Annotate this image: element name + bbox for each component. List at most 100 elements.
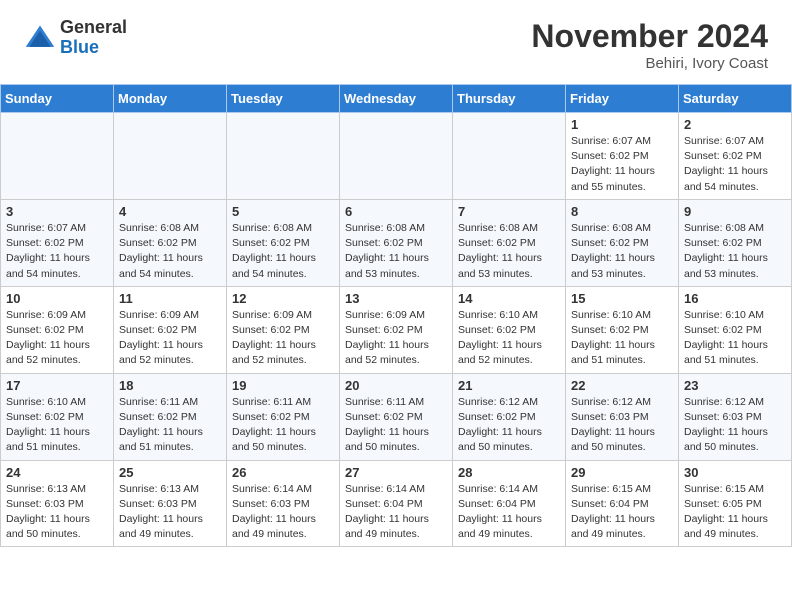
calendar-cell: 21Sunrise: 6:12 AMSunset: 6:02 PMDayligh… bbox=[453, 373, 566, 460]
day-info: Sunrise: 6:11 AMSunset: 6:02 PMDaylight:… bbox=[119, 395, 221, 456]
calendar-cell: 22 Sunrise: 6:12 AMSunset: 6:03 PMDayligh… bbox=[566, 373, 679, 460]
calendar-table: SundayMondayTuesdayWednesdayThursdayFrid… bbox=[0, 84, 792, 547]
calendar-cell: 30 Sunrise: 6:15 AMSunset: 6:05 PMDayligh… bbox=[679, 460, 792, 547]
day-number: 19 bbox=[232, 378, 334, 393]
calendar-cell: 5 Sunrise: 6:08 AMSunset: 6:02 PMDaylight… bbox=[227, 199, 340, 286]
week-row-3: 10 Sunrise: 6:09 AMSunset: 6:02 PMDayligh… bbox=[1, 286, 792, 373]
week-row-4: 17 Sunrise: 6:10 AMSunset: 6:02 PMDayligh… bbox=[1, 373, 792, 460]
day-number: 11 bbox=[119, 291, 221, 306]
calendar-cell: 19 Sunrise: 6:11 AMSunset: 6:02 PMDayligh… bbox=[227, 373, 340, 460]
week-row-5: 24 Sunrise: 6:13 AMSunset: 6:03 PMDayligh… bbox=[1, 460, 792, 547]
logo-general: General bbox=[60, 17, 127, 37]
day-info: Sunrise: 6:13 AMSunset: 6:03 PMDaylight:… bbox=[119, 482, 221, 543]
calendar-cell: 12 Sunrise: 6:09 AMSunset: 6:02 PMDayligh… bbox=[227, 286, 340, 373]
calendar-cell: 27Sunrise: 6:14 AMSunset: 6:04 PMDayligh… bbox=[340, 460, 453, 547]
calendar-cell: 29 Sunrise: 6:15 AMSunset: 6:04 PMDayligh… bbox=[566, 460, 679, 547]
day-info: Sunrise: 6:10 AMSunset: 6:02 PMDaylight:… bbox=[6, 395, 108, 456]
day-info: Sunrise: 6:08 AMSunset: 6:02 PMDaylight:… bbox=[345, 221, 447, 282]
day-info: Sunrise: 6:15 AMSunset: 6:04 PMDaylight:… bbox=[571, 482, 673, 543]
day-number: 29 bbox=[571, 465, 673, 480]
day-number: 28 bbox=[458, 465, 560, 480]
calendar-cell: 24Sunrise: 6:13 AMSunset: 6:03 PMDayligh… bbox=[1, 460, 114, 547]
day-number: 7 bbox=[458, 204, 560, 219]
calendar-cell: 9Sunrise: 6:08 AMSunset: 6:02 PMDaylight… bbox=[679, 199, 792, 286]
day-info: Sunrise: 6:07 AMSunset: 6:02 PMDaylight:… bbox=[6, 221, 108, 282]
calendar-cell: 17 Sunrise: 6:10 AMSunset: 6:02 PMDayligh… bbox=[1, 373, 114, 460]
calendar-cell: 1 Sunrise: 6:07 AMSunset: 6:02 PMDaylight… bbox=[566, 113, 679, 200]
calendar-cell: 13Sunrise: 6:09 AMSunset: 6:02 PMDayligh… bbox=[340, 286, 453, 373]
day-number: 14 bbox=[458, 291, 560, 306]
calendar-cell: 8 Sunrise: 6:08 AMSunset: 6:02 PMDaylight… bbox=[566, 199, 679, 286]
calendar-cell: 28 Sunrise: 6:14 AMSunset: 6:04 PMDayligh… bbox=[453, 460, 566, 547]
calendar-cell bbox=[114, 113, 227, 200]
calendar-cell: 2 Sunrise: 6:07 AMSunset: 6:02 PMDaylight… bbox=[679, 113, 792, 200]
day-number: 1 bbox=[571, 117, 673, 132]
weekday-header-friday: Friday bbox=[566, 85, 679, 113]
title-block: November 2024 Behiri, Ivory Coast bbox=[531, 18, 768, 72]
calendar-cell: 6 Sunrise: 6:08 AMSunset: 6:02 PMDaylight… bbox=[340, 199, 453, 286]
calendar-cell bbox=[453, 113, 566, 200]
calendar-cell: 11Sunrise: 6:09 AMSunset: 6:02 PMDayligh… bbox=[114, 286, 227, 373]
calendar-cell bbox=[227, 113, 340, 200]
day-info: Sunrise: 6:07 AMSunset: 6:02 PMDaylight:… bbox=[571, 134, 673, 195]
calendar-cell bbox=[340, 113, 453, 200]
month-title: November 2024 bbox=[531, 18, 768, 55]
day-info: Sunrise: 6:08 AMSunset: 6:02 PMDaylight:… bbox=[232, 221, 334, 282]
weekday-header-thursday: Thursday bbox=[453, 85, 566, 113]
calendar-cell: 20Sunrise: 6:11 AMSunset: 6:02 PMDayligh… bbox=[340, 373, 453, 460]
day-info: Sunrise: 6:15 AMSunset: 6:05 PMDaylight:… bbox=[684, 482, 786, 543]
day-number: 3 bbox=[6, 204, 108, 219]
week-row-1: 1 Sunrise: 6:07 AMSunset: 6:02 PMDaylight… bbox=[1, 113, 792, 200]
day-number: 17 bbox=[6, 378, 108, 393]
day-number: 6 bbox=[345, 204, 447, 219]
calendar-cell: 3 Sunrise: 6:07 AMSunset: 6:02 PMDaylight… bbox=[1, 199, 114, 286]
day-number: 13 bbox=[345, 291, 447, 306]
day-info: Sunrise: 6:08 AMSunset: 6:02 PMDaylight:… bbox=[458, 221, 560, 282]
day-number: 25 bbox=[119, 465, 221, 480]
day-number: 4 bbox=[119, 204, 221, 219]
day-number: 10 bbox=[6, 291, 108, 306]
day-number: 2 bbox=[684, 117, 786, 132]
day-info: Sunrise: 6:14 AMSunset: 6:04 PMDaylight:… bbox=[458, 482, 560, 543]
day-number: 24 bbox=[6, 465, 108, 480]
day-info: Sunrise: 6:11 AMSunset: 6:02 PMDaylight:… bbox=[232, 395, 334, 456]
calendar-cell: 16Sunrise: 6:10 AMSunset: 6:02 PMDayligh… bbox=[679, 286, 792, 373]
day-info: Sunrise: 6:08 AMSunset: 6:02 PMDaylight:… bbox=[571, 221, 673, 282]
page-header: General Blue November 2024 Behiri, Ivory… bbox=[0, 0, 792, 80]
weekday-header-sunday: Sunday bbox=[1, 85, 114, 113]
day-info: Sunrise: 6:09 AMSunset: 6:02 PMDaylight:… bbox=[232, 308, 334, 369]
weekday-header-row: SundayMondayTuesdayWednesdayThursdayFrid… bbox=[1, 85, 792, 113]
day-number: 15 bbox=[571, 291, 673, 306]
day-number: 22 bbox=[571, 378, 673, 393]
weekday-header-tuesday: Tuesday bbox=[227, 85, 340, 113]
day-number: 27 bbox=[345, 465, 447, 480]
day-info: Sunrise: 6:10 AMSunset: 6:02 PMDaylight:… bbox=[684, 308, 786, 369]
day-info: Sunrise: 6:10 AMSunset: 6:02 PMDaylight:… bbox=[571, 308, 673, 369]
day-info: Sunrise: 6:12 AMSunset: 6:03 PMDaylight:… bbox=[684, 395, 786, 456]
day-info: Sunrise: 6:12 AMSunset: 6:03 PMDaylight:… bbox=[571, 395, 673, 456]
day-number: 9 bbox=[684, 204, 786, 219]
day-number: 5 bbox=[232, 204, 334, 219]
day-info: Sunrise: 6:07 AMSunset: 6:02 PMDaylight:… bbox=[684, 134, 786, 195]
weekday-header-monday: Monday bbox=[114, 85, 227, 113]
week-row-2: 3 Sunrise: 6:07 AMSunset: 6:02 PMDaylight… bbox=[1, 199, 792, 286]
calendar-cell: 10Sunrise: 6:09 AMSunset: 6:02 PMDayligh… bbox=[1, 286, 114, 373]
calendar-cell: 18 Sunrise: 6:11 AMSunset: 6:02 PMDayligh… bbox=[114, 373, 227, 460]
calendar-cell: 15 Sunrise: 6:10 AMSunset: 6:02 PMDayligh… bbox=[566, 286, 679, 373]
day-info: Sunrise: 6:14 AMSunset: 6:03 PMDaylight:… bbox=[232, 482, 334, 543]
calendar-cell: 25 Sunrise: 6:13 AMSunset: 6:03 PMDayligh… bbox=[114, 460, 227, 547]
day-info: Sunrise: 6:08 AMSunset: 6:02 PMDaylight:… bbox=[119, 221, 221, 282]
day-number: 12 bbox=[232, 291, 334, 306]
day-number: 30 bbox=[684, 465, 786, 480]
location: Behiri, Ivory Coast bbox=[531, 55, 768, 72]
calendar-cell: 26Sunrise: 6:14 AMSunset: 6:03 PMDayligh… bbox=[227, 460, 340, 547]
day-number: 23 bbox=[684, 378, 786, 393]
day-number: 18 bbox=[119, 378, 221, 393]
calendar-cell bbox=[1, 113, 114, 200]
calendar-cell: 7 Sunrise: 6:08 AMSunset: 6:02 PMDaylight… bbox=[453, 199, 566, 286]
calendar-cell: 4 Sunrise: 6:08 AMSunset: 6:02 PMDaylight… bbox=[114, 199, 227, 286]
day-info: Sunrise: 6:10 AMSunset: 6:02 PMDaylight:… bbox=[458, 308, 560, 369]
weekday-header-saturday: Saturday bbox=[679, 85, 792, 113]
day-number: 20 bbox=[345, 378, 447, 393]
day-number: 8 bbox=[571, 204, 673, 219]
